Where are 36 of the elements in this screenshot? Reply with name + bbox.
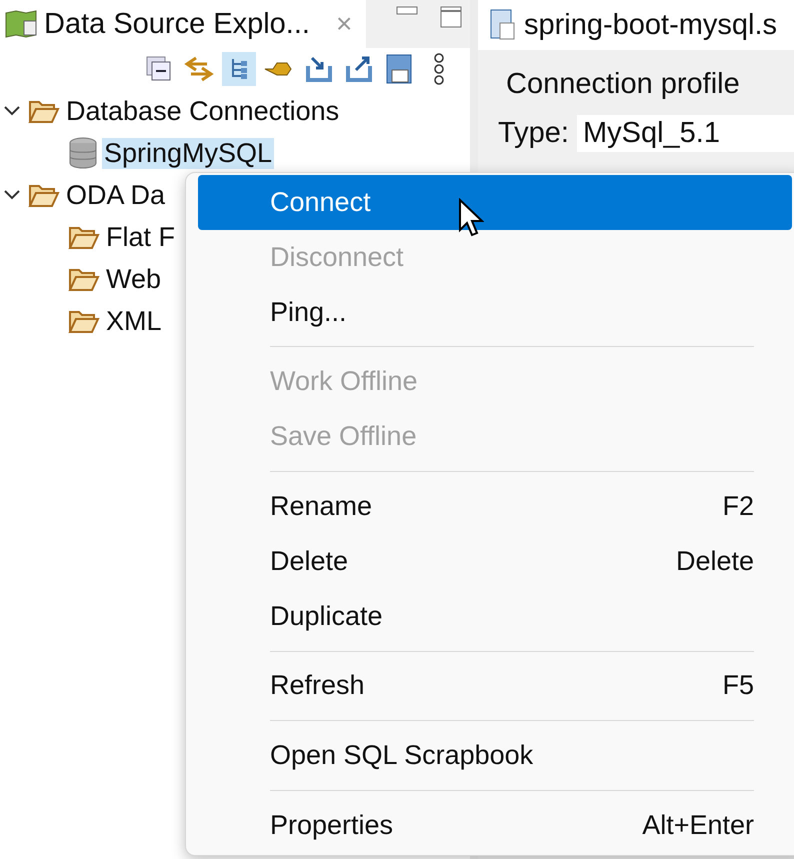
menu-item[interactable]: Open SQL Scrapbook xyxy=(198,728,792,784)
menu-item[interactable]: Properties Alt+Enter xyxy=(198,798,792,853)
collapse-all-icon[interactable] xyxy=(146,56,172,82)
menu-item[interactable]: Rename F2 xyxy=(198,479,792,534)
section-title: Connection profile xyxy=(506,68,741,101)
menu-item[interactable]: Refresh F5 xyxy=(198,658,792,714)
tree-item[interactable]: XML xyxy=(104,306,164,336)
database-icon xyxy=(68,137,98,169)
folder-icon xyxy=(28,98,60,124)
folder-icon xyxy=(68,266,100,292)
menu-item[interactable]: Duplicate xyxy=(198,588,792,644)
import-icon[interactable] xyxy=(304,54,334,84)
maximize-icon[interactable] xyxy=(440,6,462,28)
menu-item[interactable]: Ping... xyxy=(198,284,792,340)
folder-icon xyxy=(28,182,60,208)
type-label: Type: xyxy=(498,117,569,150)
type-field[interactable]: MySql_5.1 xyxy=(576,115,794,152)
view-tab-title[interactable]: Data Source Explo... xyxy=(44,8,310,40)
tree-view-icon[interactable] xyxy=(229,57,249,81)
link-arrows-icon[interactable] xyxy=(184,55,214,83)
tree-item[interactable]: ODA Da xyxy=(64,180,168,210)
menu-item[interactable]: Connect xyxy=(198,175,792,230)
folder-icon xyxy=(68,308,100,334)
menu-item[interactable]: Delete Delete xyxy=(198,534,792,589)
folder-icon xyxy=(68,224,100,250)
minimize-icon[interactable] xyxy=(396,6,418,16)
tree-item[interactable]: Flat F xyxy=(104,222,178,252)
export-icon[interactable] xyxy=(344,54,374,84)
mouse-pointer-icon xyxy=(458,198,484,238)
tree-item[interactable]: Web xyxy=(104,264,164,294)
file-icon xyxy=(490,9,516,41)
more-icon[interactable] xyxy=(432,53,446,85)
tree-item[interactable]: SpringMySQL xyxy=(102,138,274,168)
save-icon[interactable] xyxy=(386,54,412,84)
tree-item[interactable]: Database Connections xyxy=(64,96,342,126)
map-icon xyxy=(4,9,38,39)
